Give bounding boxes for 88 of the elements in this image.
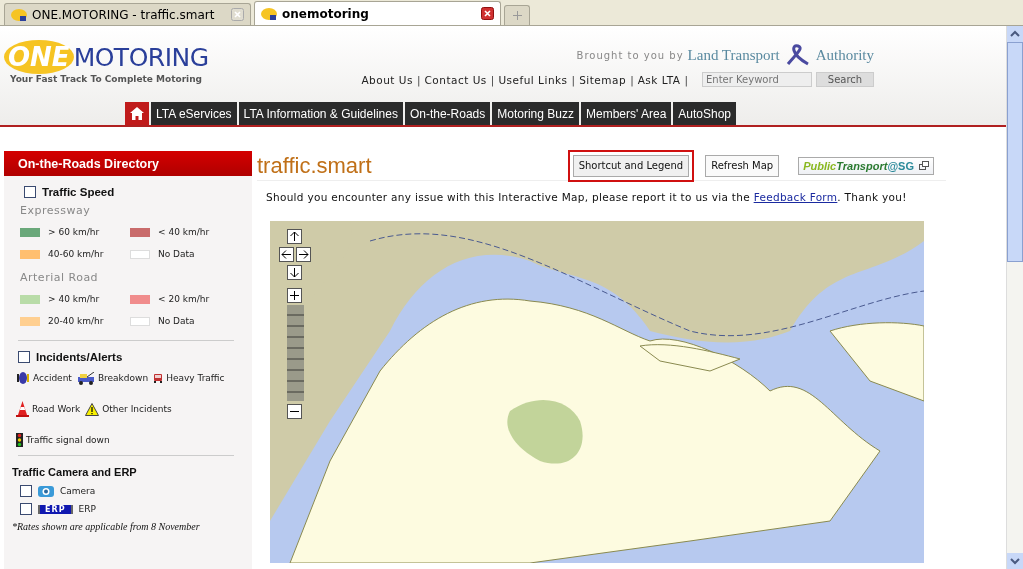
header-link[interactable]: Ask LTA [637, 73, 681, 86]
legend-label: Heavy Traffic [166, 373, 225, 383]
page-title: traffic.smart [257, 152, 373, 179]
search-button[interactable]: Search [816, 72, 874, 87]
legend-label: 20-40 km/hr [48, 316, 104, 326]
agency-name: Authority [815, 46, 874, 64]
header-link[interactable]: About Us [361, 73, 413, 86]
camera-icon [38, 484, 54, 497]
scrollbar[interactable] [1006, 26, 1023, 569]
up-arrow-icon [289, 231, 300, 242]
nav-tab[interactable]: Motoring Buzz [492, 102, 579, 125]
scroll-up-icon[interactable] [1007, 26, 1023, 42]
header-link[interactable]: Useful Links [498, 73, 568, 86]
scroll-down-icon[interactable] [1007, 553, 1023, 569]
checkbox[interactable] [24, 186, 36, 198]
public-transport-link[interactable]: PublicTransport@SG [798, 156, 934, 175]
site-logo-icon [11, 7, 27, 22]
legend-label: No Data [158, 316, 195, 326]
nav-tab[interactable]: AutoShop [673, 102, 737, 125]
nav-tab[interactable]: Members' Area [581, 102, 672, 125]
nav-tab[interactable]: On-the-Roads [404, 102, 491, 125]
notice-text: Should you encounter any issue with this Interactive Map, please report it to us via the Feedback Form. Thank you! [266, 191, 908, 203]
legend-group-title: Arterial Road [20, 271, 100, 284]
home-tab[interactable] [125, 102, 149, 125]
close-icon[interactable] [481, 7, 494, 20]
car-icon [153, 373, 164, 383]
right-arrow-icon [298, 249, 309, 260]
pan-right-button[interactable] [296, 247, 311, 262]
checkbox[interactable] [20, 503, 32, 515]
checkbox-label: Incidents/Alerts [36, 351, 123, 363]
left-arrow-icon [281, 249, 292, 260]
checkbox-label: Camera [60, 485, 96, 496]
nav-tab[interactable]: LTA eServices [151, 102, 237, 125]
checkbox[interactable] [20, 484, 32, 497]
pan-left-button[interactable] [279, 247, 294, 262]
separator: | [684, 73, 688, 86]
legend-label: 40-60 km/hr [48, 249, 104, 259]
map-button[interactable]: Refresh Map [705, 154, 780, 177]
feedback-link[interactable]: Feedback Form [753, 191, 838, 203]
separator: | [490, 73, 495, 86]
tagline: Your Fast Track To Complete Motoring [10, 74, 204, 84]
warning-icon [85, 402, 100, 416]
legend-label: < 20 km/hr [158, 294, 210, 304]
checkbox[interactable] [18, 351, 30, 363]
plus-icon [289, 290, 300, 301]
legend-label: Road Work [32, 404, 81, 414]
traffic-cone-icon [16, 401, 29, 417]
erp-gantry-icon: ERP [38, 504, 73, 514]
site-logo[interactable]: ONE MOTORING [4, 40, 230, 74]
tow-truck-icon [76, 371, 95, 385]
checkbox-label: ERP [78, 504, 96, 514]
agency-name: Land Transport [687, 46, 780, 64]
legend-label: Other Incidents [102, 404, 172, 414]
header-link[interactable]: Contact Us [424, 73, 487, 86]
home-icon [130, 107, 144, 120]
section-title: Traffic Camera and ERP [12, 466, 138, 478]
down-arrow-icon [289, 267, 300, 278]
separator: | [571, 73, 576, 86]
credit-text: Brought to you by [576, 49, 684, 61]
checkbox-label: Traffic Speed [42, 186, 115, 198]
browser-tab[interactable]: ONE.MOTORING - traffic.smart [4, 3, 251, 25]
pan-down-button[interactable] [287, 265, 302, 280]
legend-label: Breakdown [97, 373, 149, 383]
footnote: *Rates shown are applicable from 8 November [12, 521, 201, 532]
sidebar-title: On-the-Roads Directory [4, 151, 252, 176]
zoom-out-button[interactable] [287, 404, 302, 419]
popup-icon [919, 161, 929, 170]
separator: | [416, 73, 421, 86]
legend-label: No Data [158, 249, 195, 259]
header-link[interactable]: Sitemap [579, 73, 627, 86]
scroll-thumb[interactable] [1007, 42, 1023, 262]
plus-icon [512, 11, 522, 20]
legend-label: Traffic signal down [26, 435, 110, 445]
search-field[interactable]: Enter Keyword [702, 72, 812, 87]
map-button[interactable]: Shortcut and Legend [572, 154, 690, 177]
legend-label: > 40 km/hr [48, 294, 100, 304]
legend-group-title: Expressway [20, 204, 92, 217]
browser-tab[interactable]: onemotoring [254, 1, 501, 25]
pan-up-button[interactable] [287, 229, 302, 244]
site-logo-icon [261, 6, 277, 21]
legend-label: > 60 km/hr [48, 227, 100, 237]
separator: | [630, 73, 634, 86]
zoom-slider-track[interactable] [287, 305, 304, 401]
legend-label: < 40 km/hr [158, 227, 210, 237]
nav-tab[interactable]: LTA Information & Guidelines [238, 102, 403, 125]
zoom-in-button[interactable] [287, 288, 302, 303]
traffic-light-icon [16, 433, 23, 447]
legend-label: Accident [33, 373, 72, 383]
